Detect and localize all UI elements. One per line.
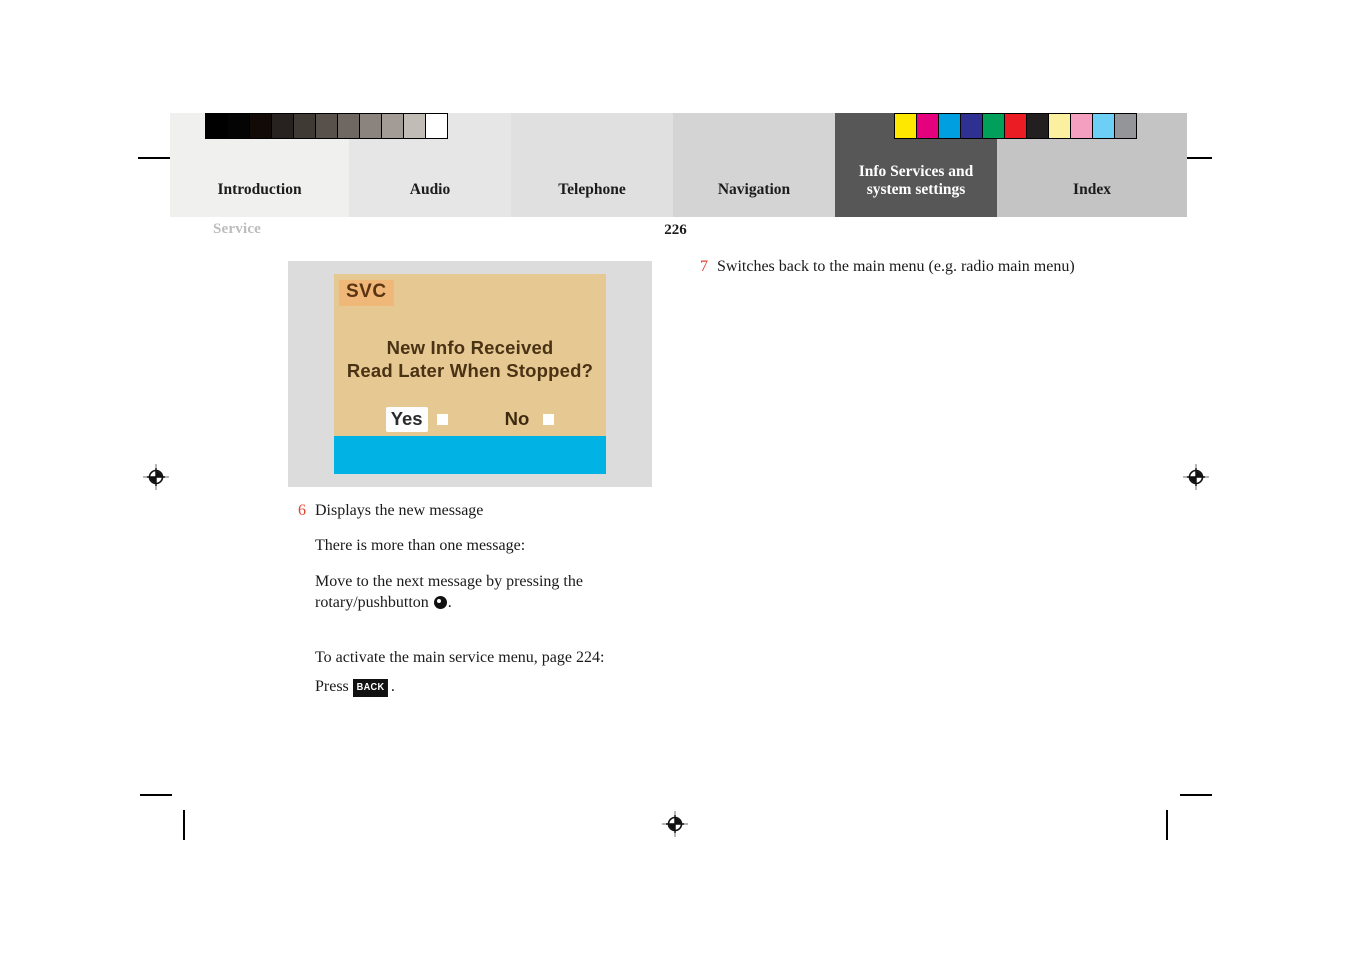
grayscale-swatch: [228, 114, 250, 138]
chapter-tab-label: Telephone: [558, 180, 626, 198]
color-swatch: [1049, 114, 1071, 138]
legend-item-6: 6 Displays the new message: [298, 500, 658, 521]
grayscale-swatch: [404, 114, 426, 138]
chapter-tab-telephone[interactable]: Telephone: [511, 113, 673, 217]
legend-item-7: 7 Switches back to the main menu (e.g. r…: [700, 256, 1100, 277]
paragraph-activate-main-service-menu: To activate the main service menu, page …: [315, 649, 605, 667]
display-choice-yes-indicator: [436, 414, 448, 425]
chapter-tab-label: Index: [1073, 180, 1111, 198]
grayscale-swatch: [206, 114, 228, 138]
registration-crosshair-icon: [143, 464, 169, 490]
legend-item-7-text: Switches back to the main menu (e.g. rad…: [717, 258, 1075, 275]
registration-target-right-middle: [1183, 464, 1209, 490]
chapter-tab-label: Navigation: [717, 180, 791, 198]
svc-badge: SVC: [339, 280, 394, 306]
display-choice-yes[interactable]: Yes: [385, 407, 448, 432]
crop-mark-top-left-horizontal: [138, 157, 170, 159]
color-swatch: [1093, 114, 1115, 138]
display-message-line-1: New Info Received: [386, 337, 554, 358]
grayscale-swatch: [272, 114, 294, 138]
grayscale-swatch: [250, 114, 272, 138]
paragraph-press-back: Press BACK.: [315, 676, 658, 697]
paragraph-press-text-after: .: [390, 678, 395, 696]
color-swatch: [1005, 114, 1027, 138]
grayscale-swatch: [382, 114, 404, 138]
rotary-pushbutton-icon: [433, 595, 447, 609]
color-swatch: [939, 114, 961, 138]
device-display: SVC New Info Received Read Later When St…: [334, 274, 606, 474]
grayscale-swatch: [338, 114, 360, 138]
crop-mark-bottom-right-horizontal: [1180, 794, 1212, 796]
paragraph-press-text-before: Press: [315, 678, 353, 696]
grayscale-swatch: [360, 114, 382, 138]
chapter-tab-label: Audio: [409, 180, 451, 198]
right-text-column: 7 Switches back to the main menu (e.g. r…: [700, 256, 1100, 291]
registration-target-left-middle: [143, 464, 169, 490]
page-number: 226: [664, 222, 687, 238]
legend-item-6-number: 6: [298, 502, 306, 519]
crop-mark-bottom-left-vertical: [183, 810, 185, 840]
color-swatch: [1115, 114, 1136, 138]
display-choice-no-indicator: [543, 414, 555, 425]
registration-crosshair-icon: [662, 811, 688, 837]
color-swatch: [983, 114, 1005, 138]
crop-mark-bottom-left-horizontal: [140, 794, 172, 796]
grayscale-swatch: [426, 114, 447, 138]
registration-crosshair-icon: [1183, 464, 1209, 490]
display-message-line-2: Read Later When Stopped?: [346, 360, 594, 381]
chapter-tab-label: Introduction: [217, 180, 302, 198]
display-choice-no-label: No: [504, 408, 530, 429]
chapter-tab-navigation[interactable]: Navigation: [673, 113, 835, 217]
legend-item-6-text: Displays the new message: [315, 502, 484, 519]
grayscale-swatch: [316, 114, 338, 138]
display-choice-yes-label: Yes: [385, 407, 428, 432]
display-choice-row: Yes No: [334, 407, 606, 432]
color-swatch: [917, 114, 939, 138]
grayscale-calibration-bar: [205, 113, 448, 139]
color-swatch: [895, 114, 917, 138]
paragraph-move-to-next-message: Move to the next message by pressing the…: [315, 571, 658, 614]
display-bottom-strip: [334, 436, 606, 474]
color-swatch: [961, 114, 983, 138]
paragraph-move-text-after: .: [447, 593, 452, 611]
left-text-column: 6 Displays the new message There is more…: [298, 500, 658, 712]
chapter-tab-label: Info Services and system settings: [858, 163, 974, 198]
color-calibration-bar: [894, 113, 1137, 139]
grayscale-swatch: [294, 114, 316, 138]
figure-device-screenshot: SVC New Info Received Read Later When St…: [288, 261, 652, 487]
legend-item-7-number: 7: [700, 258, 708, 275]
crop-mark-bottom-right-vertical: [1166, 810, 1168, 840]
color-swatch: [1027, 114, 1049, 138]
paragraph-more-than-one-message: There is more than one message:: [315, 537, 526, 555]
color-swatch: [1071, 114, 1093, 138]
registration-target-bottom-center: [662, 811, 688, 837]
back-key-icon: BACK: [352, 679, 388, 697]
display-choice-no[interactable]: No: [500, 407, 555, 432]
